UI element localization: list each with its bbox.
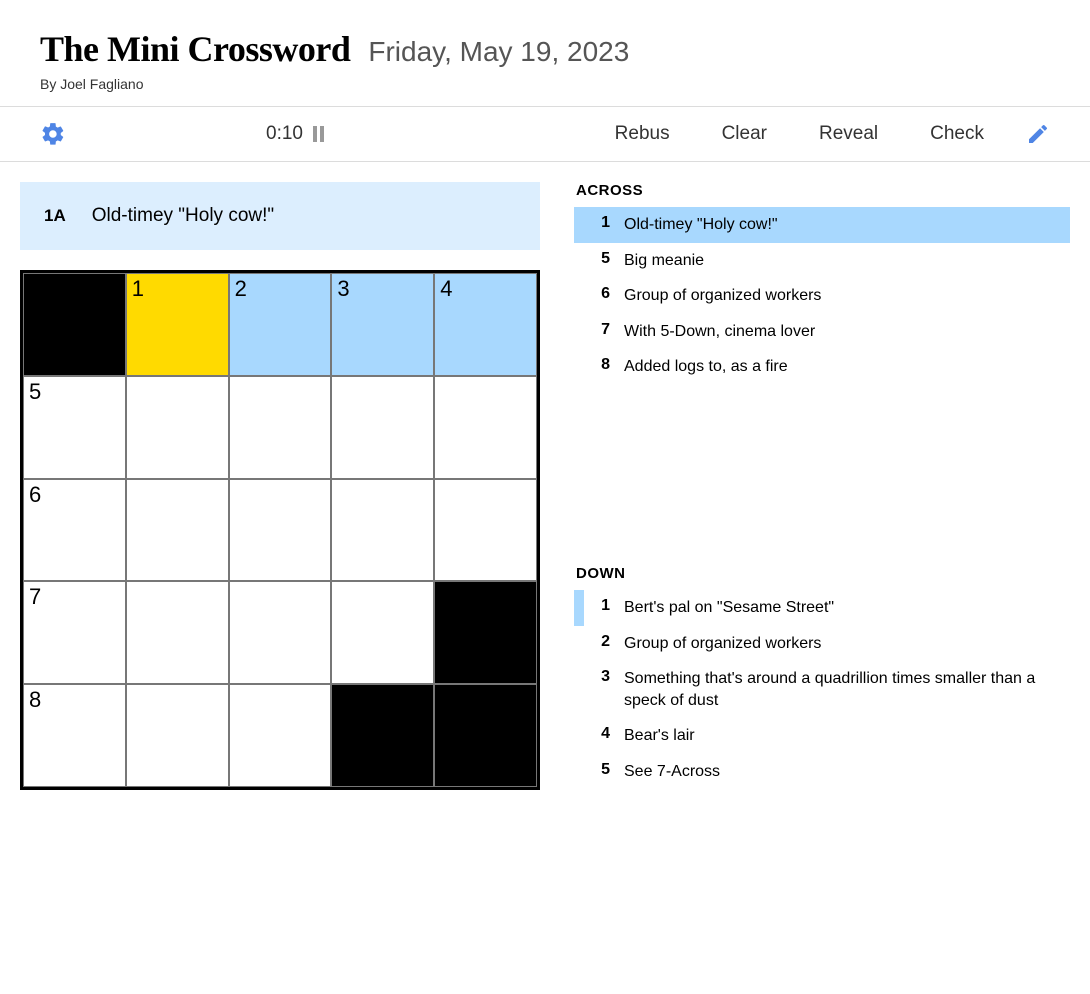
crossword-grid: 1 2 3 4 5 6 7 8: [20, 270, 540, 790]
grid-cell: [434, 581, 537, 684]
timer-value: 0:10: [266, 123, 303, 145]
puzzle-date: Friday, May 19, 2023: [368, 36, 629, 68]
clue-number: 7: [592, 321, 610, 339]
current-clue-number: 1A: [44, 206, 66, 226]
grid-cell[interactable]: 5: [23, 376, 126, 479]
grid-cell[interactable]: [126, 684, 229, 787]
grid-cell[interactable]: [434, 376, 537, 479]
current-clue-bar[interactable]: 1A Old-timey "Holy cow!": [20, 182, 540, 250]
grid-cell[interactable]: [126, 479, 229, 582]
cell-number: 7: [29, 584, 41, 610]
clue-number: 6: [592, 285, 610, 303]
left-column: 1A Old-timey "Holy cow!" 1 2 3 4 5 6 7 8: [20, 182, 540, 790]
grid-cell[interactable]: [331, 581, 434, 684]
right-column: ACROSS 1 Old-timey "Holy cow!" 5 Big meanie…: [574, 182, 1070, 790]
reveal-button[interactable]: Reveal: [819, 123, 878, 145]
cell-number: 5: [29, 379, 41, 405]
cell-number: 1: [132, 276, 144, 302]
across-clue-row[interactable]: 7 With 5-Down, cinema lover: [574, 314, 1070, 350]
clue-number: 5: [592, 761, 610, 779]
grid-cell[interactable]: 6: [23, 479, 126, 582]
across-clue-row[interactable]: 8 Added logs to, as a fire: [574, 349, 1070, 385]
cell-number: 2: [235, 276, 247, 302]
grid-cell[interactable]: [126, 376, 229, 479]
clue-text: With 5-Down, cinema lover: [624, 321, 815, 343]
grid-cell[interactable]: 1: [126, 273, 229, 376]
gear-icon[interactable]: [40, 121, 66, 147]
across-clue-list: ACROSS 1 Old-timey "Holy cow!" 5 Big meanie…: [574, 182, 1070, 385]
down-clue-row[interactable]: 5 See 7-Across: [574, 754, 1070, 790]
grid-cell[interactable]: 7: [23, 581, 126, 684]
header: The Mini Crossword Friday, May 19, 2023 …: [0, 0, 1090, 106]
down-heading: DOWN: [574, 565, 1070, 582]
grid-cell[interactable]: 2: [229, 273, 332, 376]
across-clue-row[interactable]: 5 Big meanie: [574, 243, 1070, 279]
down-clue-row[interactable]: 1 Bert's pal on "Sesame Street": [574, 590, 1070, 626]
grid-cell[interactable]: 3: [331, 273, 434, 376]
clue-number: 5: [592, 250, 610, 268]
grid-cell[interactable]: 8: [23, 684, 126, 787]
across-clue-row[interactable]: 6 Group of organized workers: [574, 278, 1070, 314]
clue-number: 8: [592, 356, 610, 374]
down-clue-list: DOWN 1 Bert's pal on "Sesame Street" 2 Grou…: [574, 565, 1070, 790]
across-heading: ACROSS: [574, 182, 1070, 199]
grid-cell: [331, 684, 434, 787]
rebus-button[interactable]: Rebus: [615, 123, 670, 145]
cell-number: 3: [337, 276, 349, 302]
clue-text: Bert's pal on "Sesame Street": [624, 597, 834, 619]
byline: By Joel Fagliano: [40, 76, 1050, 92]
grid-cell[interactable]: [331, 479, 434, 582]
page-title: The Mini Crossword: [40, 28, 350, 70]
grid-cell[interactable]: [229, 479, 332, 582]
grid-cell[interactable]: [331, 376, 434, 479]
clue-number: 1: [592, 597, 610, 615]
clue-text: See 7-Across: [624, 761, 720, 783]
grid-cell: [434, 684, 537, 787]
grid-cell[interactable]: [229, 581, 332, 684]
down-clue-row[interactable]: 4 Bear's lair: [574, 718, 1070, 754]
timer[interactable]: 0:10: [266, 123, 327, 145]
toolbar: 0:10 Rebus Clear Reveal Check: [0, 106, 1090, 162]
grid-cell[interactable]: [126, 581, 229, 684]
clear-button[interactable]: Clear: [722, 123, 767, 145]
grid-cell[interactable]: [229, 376, 332, 479]
cell-number: 6: [29, 482, 41, 508]
clue-number: 3: [592, 668, 610, 686]
current-clue-text: Old-timey "Holy cow!": [92, 205, 274, 227]
clue-text: Added logs to, as a fire: [624, 356, 788, 378]
clue-number: 2: [592, 633, 610, 651]
clue-text: Big meanie: [624, 250, 704, 272]
pause-icon: [313, 126, 327, 142]
across-clue-row[interactable]: 1 Old-timey "Holy cow!": [574, 207, 1070, 243]
grid-cell[interactable]: [434, 479, 537, 582]
clue-text: Bear's lair: [624, 725, 695, 747]
clue-text: Group of organized workers: [624, 285, 821, 307]
check-button[interactable]: Check: [930, 123, 984, 145]
cell-number: 4: [440, 276, 452, 302]
grid-cell[interactable]: [229, 684, 332, 787]
grid-cell[interactable]: 4: [434, 273, 537, 376]
main: 1A Old-timey "Holy cow!" 1 2 3 4 5 6 7 8 ACROSS…: [0, 162, 1090, 810]
down-clue-row[interactable]: 3 Something that's around a quadrillion t…: [574, 661, 1070, 718]
title-row: The Mini Crossword Friday, May 19, 2023: [40, 28, 1050, 70]
clue-text: Something that's around a quadrillion ti…: [624, 668, 1060, 711]
down-clue-row[interactable]: 2 Group of organized workers: [574, 626, 1070, 662]
cell-number: 8: [29, 687, 41, 713]
grid-cell: [23, 273, 126, 376]
clue-text: Old-timey "Holy cow!": [624, 214, 778, 236]
clue-number: 4: [592, 725, 610, 743]
toolbar-menu: Rebus Clear Reveal Check: [615, 123, 984, 145]
clue-number: 1: [592, 214, 610, 232]
pencil-icon[interactable]: [1026, 122, 1050, 146]
clue-text: Group of organized workers: [624, 633, 821, 655]
